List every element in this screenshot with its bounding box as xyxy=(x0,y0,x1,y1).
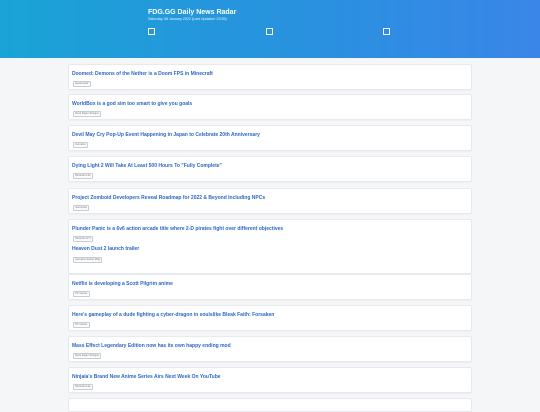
source-tag: Destructoid xyxy=(73,81,91,87)
last-updated-text: Saturday, 08 January 2022 (Last Updated:… xyxy=(148,17,227,21)
news-card: Dying Light 2 Will Take At Least 500 Hou… xyxy=(68,156,472,182)
source-tag: PC Gamer xyxy=(73,322,90,328)
source-tag: Rock Paper Shotgun xyxy=(73,111,102,117)
article-link[interactable]: Here's gameplay of a dude fighting a cyb… xyxy=(72,312,274,318)
news-card xyxy=(68,398,472,412)
article-link[interactable]: Plunder Panic is a 6v6 action arcade tit… xyxy=(72,226,283,232)
source-tag: Gematsu Switch Mag xyxy=(73,257,103,263)
article-link[interactable]: Project Zomboid Developers Reveal Roadma… xyxy=(72,195,265,201)
article-link[interactable]: WorldBox is a god sim too smart to give … xyxy=(72,101,192,107)
news-card: Plunder Panic is a 6v6 action arcade tit… xyxy=(68,219,472,274)
filter-checkbox-2[interactable] xyxy=(266,28,273,35)
article-link[interactable]: Mass Effect Legendary Edition now has it… xyxy=(72,343,231,349)
source-tag: Gameplay xyxy=(73,205,90,211)
news-card: WorldBox is a god sim too smart to give … xyxy=(68,94,472,120)
filter-checkbox-1[interactable] xyxy=(148,28,155,35)
article-link[interactable]: Ninjala's Brand New Anime Series Airs Ne… xyxy=(72,374,221,380)
source-tag: Rock Paper Shotgun xyxy=(73,353,102,359)
news-card: Ninjala's Brand New Anime Series Airs Ne… xyxy=(68,367,472,393)
article-link[interactable]: Devil May Cry Pop-Up Event Happening in … xyxy=(72,132,260,138)
source-tag: Nintendo Life xyxy=(73,173,93,179)
page-title: FDG.GG Daily News Radar xyxy=(148,9,237,16)
source-tag: Nintendo GTI xyxy=(73,236,93,242)
source-tag: PC Gamer xyxy=(73,291,90,297)
news-card: Here's gameplay of a dude fighting a cyb… xyxy=(68,305,472,331)
article-link[interactable]: Netflix is developing a Scott Pilgrim an… xyxy=(72,281,173,287)
news-card: Doomed: Demons of the Nether is a Doom F… xyxy=(68,64,472,90)
header-banner: FDG.GG Daily News Radar Saturday, 08 Jan… xyxy=(0,0,540,58)
source-tag: Nintendo Life xyxy=(73,384,93,390)
article-link[interactable]: Heaven Dust 2 launch trailer xyxy=(72,246,139,252)
news-card: Netflix is developing a Scott Pilgrim an… xyxy=(68,274,472,300)
news-card: Mass Effect Legendary Edition now has it… xyxy=(68,336,472,362)
article-link[interactable]: Dying Light 2 Will Take At Least 500 Hou… xyxy=(72,163,222,169)
filter-checkbox-3[interactable] xyxy=(383,28,390,35)
article-link[interactable]: Doomed: Demons of the Nether is a Doom F… xyxy=(72,71,213,77)
source-tag: Gematsu xyxy=(73,142,88,148)
news-card: Devil May Cry Pop-Up Event Happening in … xyxy=(68,125,472,151)
news-card: Project Zomboid Developers Reveal Roadma… xyxy=(68,188,472,214)
